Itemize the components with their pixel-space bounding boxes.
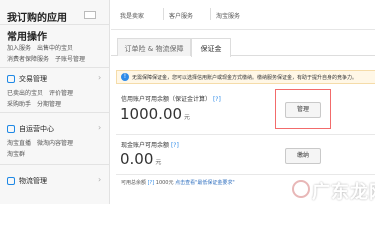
chat-icon bbox=[7, 125, 15, 133]
sidebar-divider bbox=[0, 112, 110, 113]
breadcrumb-customer-service[interactable]: 客户服务 bbox=[169, 11, 193, 20]
sidebar-group-label: 交易管理 bbox=[19, 75, 47, 83]
cash-account-label: 现金账户可用余额 [?] bbox=[121, 140, 179, 149]
sidebar-link-group[interactable]: 淘宝群 bbox=[7, 149, 25, 158]
breadcrumb-seller[interactable]: 我是卖家 bbox=[120, 11, 144, 20]
truck-icon bbox=[7, 177, 15, 185]
sidebar-link-installments[interactable]: 分期管理 bbox=[37, 99, 61, 108]
manage-button[interactable]: 管理 bbox=[285, 102, 321, 118]
sidebar-link-join-service[interactable]: 加入服务 bbox=[7, 43, 31, 52]
common-ops-row: 消费者保障服务 子账号管理 bbox=[7, 54, 85, 63]
total-label: 可用总余额 bbox=[121, 180, 147, 186]
section-divider bbox=[116, 174, 375, 175]
sidebar-group-logistics[interactable]: 物流管理 bbox=[7, 176, 47, 186]
sidebar-link-consumer-protection[interactable]: 消费者保障服务 bbox=[7, 54, 49, 63]
sidebar-divider bbox=[0, 24, 110, 25]
tab-bar: 订单险 & 物流保障 保证金 bbox=[111, 38, 375, 57]
credit-amount: 1000.00 元 bbox=[120, 105, 190, 123]
sidebar-divider bbox=[0, 164, 110, 165]
sidebar-links-row: 采购助手 分期管理 bbox=[7, 99, 61, 108]
sidebar-title: 我订购的应用 bbox=[7, 13, 67, 24]
common-ops-row: 加入服务 出售中的宝贝 bbox=[7, 43, 73, 52]
cash-help-link[interactable]: [?] bbox=[171, 142, 179, 149]
sidebar-group-self-operation[interactable]: 自运营中心 bbox=[7, 124, 54, 134]
sidebar-group-label: 物流管理 bbox=[19, 177, 47, 185]
sidebar-divider bbox=[0, 67, 110, 68]
chevron-right-icon[interactable]: › bbox=[98, 73, 101, 82]
breadcrumb-separator bbox=[163, 8, 164, 20]
sidebar-group-trade[interactable]: 交易管理 bbox=[7, 74, 47, 84]
sidebar-link-live[interactable]: 淘宝直播 bbox=[7, 138, 31, 147]
sidebar-link-content[interactable]: 微淘内容管理 bbox=[37, 138, 73, 147]
pay-button[interactable]: 缴纳 bbox=[285, 148, 321, 164]
trade-icon bbox=[7, 75, 15, 83]
sidebar-links-row: 淘宝直播 微淘内容管理 bbox=[7, 138, 73, 147]
sidebar-link-sold-items[interactable]: 已卖出的宝贝 bbox=[7, 88, 43, 97]
sidebar-link-purchase-helper[interactable]: 采购助手 bbox=[7, 99, 31, 108]
sidebar: 我订购的应用 常用操作 加入服务 出售中的宝贝 消费者保障服务 子账号管理 交易管理… bbox=[0, 0, 110, 204]
min-deposit-link[interactable]: 点击查看"最低保证金要求" bbox=[175, 180, 235, 186]
sidebar-links-row: 淘宝群 bbox=[7, 149, 25, 158]
total-help-link[interactable]: [?] bbox=[148, 180, 155, 186]
tab-deposit[interactable]: 保证金 bbox=[191, 38, 231, 57]
sidebar-links-row: 已卖出的宝贝 评价管理 bbox=[7, 88, 73, 97]
common-ops-title: 常用操作 bbox=[7, 32, 47, 43]
watermark-text: 广东龙网 bbox=[312, 182, 375, 203]
breadcrumb-separator bbox=[210, 8, 211, 20]
info-icon: ! bbox=[121, 73, 129, 81]
chevron-right-icon[interactable]: › bbox=[98, 175, 101, 184]
total-amount: 1000元 bbox=[155, 180, 174, 186]
notice-banner: ! 无需保障保证金，您可以选择信用账户或现金方式缴纳。缴纳服务保证金，有助于提升… bbox=[116, 70, 375, 84]
sidebar-link-items-on-sale[interactable]: 出售中的宝贝 bbox=[37, 43, 73, 52]
sidebar-link-reviews[interactable]: 评价管理 bbox=[49, 88, 73, 97]
credit-account-label: 信用账户可用余额（保证金计算） [?] bbox=[121, 94, 221, 103]
cash-amount-unit: 元 bbox=[155, 159, 162, 166]
notice-text: 无需保障保证金，您可以选择信用账户或现金方式缴纳。缴纳服务保证金，有助于提升自身… bbox=[132, 75, 358, 81]
sidebar-link-sub-accounts[interactable]: 子账号管理 bbox=[55, 54, 85, 63]
chevron-right-icon[interactable]: › bbox=[98, 123, 101, 132]
tab-order-insurance[interactable]: 订单险 & 物流保障 bbox=[117, 38, 191, 56]
credit-amount-unit: 元 bbox=[184, 114, 191, 121]
credit-help-link[interactable]: [?] bbox=[213, 96, 221, 103]
cash-label-text: 现金账户可用余额 bbox=[121, 142, 170, 149]
credit-amount-value: 1000.00 bbox=[120, 105, 183, 123]
total-balance-line: 可用总余额 [?] 1000元 点击查看"最低保证金要求" bbox=[121, 179, 235, 186]
cash-amount: 0.00 元 bbox=[120, 150, 161, 168]
sidebar-group-label: 自运营中心 bbox=[19, 125, 54, 133]
credit-label-text: 信用账户可用余额（保证金计算） bbox=[121, 96, 212, 103]
top-bar: 我是卖家 客户服务 淘宝服务 bbox=[111, 0, 375, 30]
collapse-sidebar-icon[interactable] bbox=[84, 11, 96, 19]
breadcrumb-taobao-service: 淘宝服务 bbox=[216, 13, 241, 20]
cash-amount-value: 0.00 bbox=[120, 150, 154, 168]
watermark-logo-icon bbox=[292, 180, 310, 198]
section-divider bbox=[116, 134, 375, 135]
